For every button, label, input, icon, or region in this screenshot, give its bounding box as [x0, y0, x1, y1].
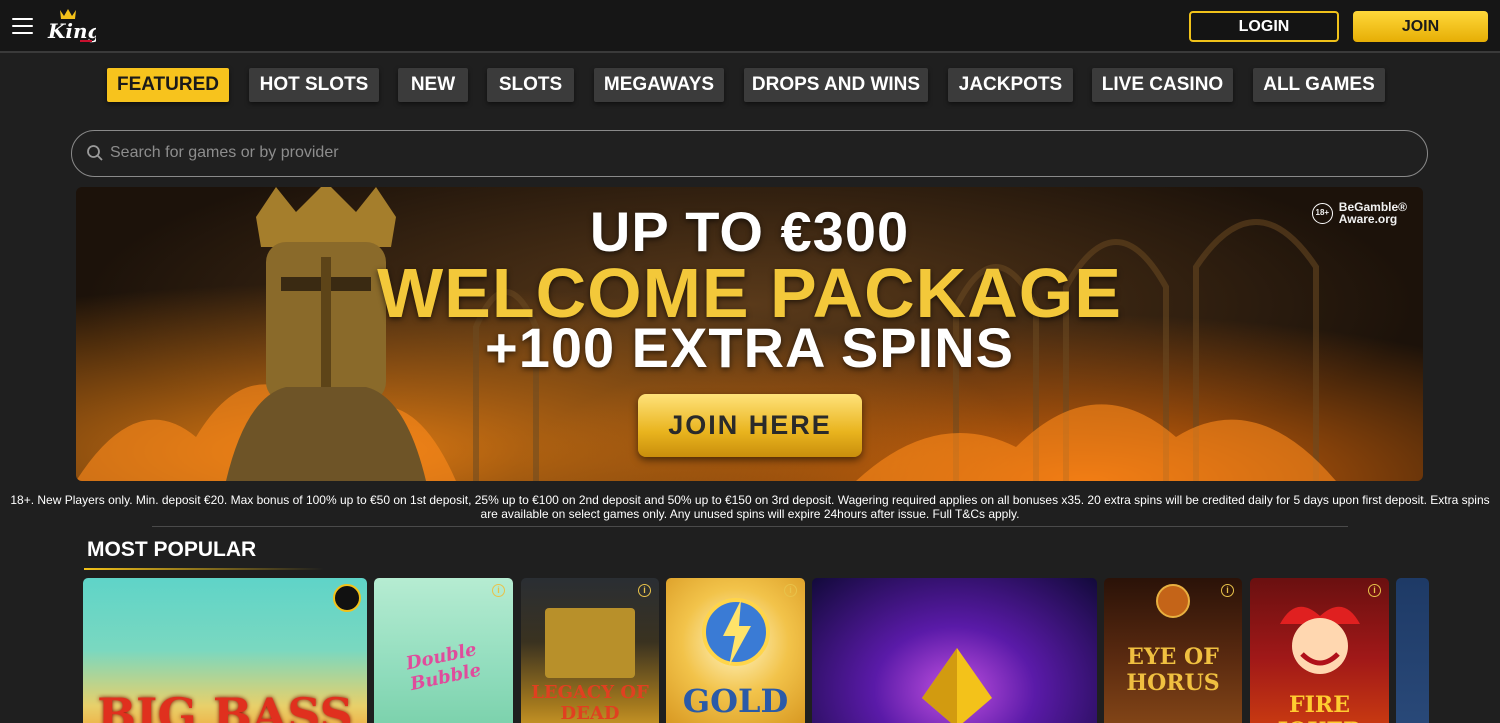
tab-hot-slots[interactable]: HOT SLOTS	[249, 68, 379, 102]
game-tile[interactable]	[812, 578, 1097, 723]
tab-drops-and-wins[interactable]: DROPS AND WINS	[744, 68, 928, 102]
tab-megaways[interactable]: MEGAWAYS	[594, 68, 724, 102]
lightning-icon	[702, 598, 770, 666]
info-icon[interactable]: i	[492, 584, 505, 597]
game-tile[interactable]: i EYE OF HORUS	[1104, 578, 1242, 723]
search-icon	[87, 145, 103, 161]
promo-banner[interactable]: 18+ BeGamble® Aware.org UP TO €300 WELCO…	[76, 187, 1423, 481]
tab-live-casino[interactable]: LIVE CASINO	[1092, 68, 1233, 102]
drops-wins-icon	[333, 584, 361, 612]
banner-headline-spins: +100 EXTRA SPINS	[484, 316, 1015, 379]
game-tile[interactable]: i Double Bubble	[374, 578, 513, 723]
top-bar: King LOGIN JOIN	[0, 0, 1500, 53]
crystal-icon	[922, 648, 992, 723]
game-tile-partial[interactable]	[1396, 578, 1429, 723]
join-button[interactable]: JOIN	[1353, 11, 1488, 42]
temple-illustration	[545, 608, 635, 678]
section-title: MOST POPULAR	[87, 538, 257, 561]
search-bar	[71, 130, 1428, 177]
game-carousel: BIG BASS i Double Bubble i LEGACY OF DEA…	[0, 578, 1500, 723]
tab-jackpots[interactable]: JACKPOTS	[948, 68, 1073, 102]
section-underline	[84, 568, 324, 570]
game-title: GOLD	[682, 682, 789, 720]
login-button[interactable]: LOGIN	[1189, 11, 1339, 42]
game-tile[interactable]: i GOLD	[666, 578, 805, 723]
category-tabs: FEATURED HOT SLOTS NEW SLOTS MEGAWAYS DR…	[0, 68, 1500, 104]
search-input[interactable]	[110, 139, 1390, 167]
info-icon[interactable]: i	[638, 584, 651, 597]
info-icon[interactable]: i	[784, 584, 797, 597]
tab-featured[interactable]: FEATURED	[107, 68, 229, 102]
game-title: BIG BASS	[97, 688, 353, 723]
king-logo[interactable]: King	[46, 7, 96, 47]
divider	[152, 526, 1348, 527]
game-title: EYE OF HORUS	[1126, 644, 1220, 696]
tab-new[interactable]: NEW	[398, 68, 468, 102]
tab-slots[interactable]: SLOTS	[487, 68, 574, 102]
game-tile[interactable]: BIG BASS	[83, 578, 367, 723]
game-title: Double Bubble	[404, 639, 483, 696]
joker-face-icon	[1280, 606, 1360, 674]
menu-icon[interactable]	[12, 18, 33, 34]
terms-text: 18+. New Players only. Min. deposit €20.…	[10, 493, 1490, 521]
sun-disc-icon	[1156, 584, 1190, 618]
svg-text:King: King	[47, 19, 96, 43]
game-tile[interactable]: i FIRE JOKER	[1250, 578, 1389, 723]
tab-all-games[interactable]: ALL GAMES	[1253, 68, 1385, 102]
info-icon[interactable]: i	[1368, 584, 1381, 597]
game-tile[interactable]: i LEGACY OF DEAD	[521, 578, 659, 723]
info-icon[interactable]: i	[1221, 584, 1234, 597]
game-title: LEGACY OF DEAD	[531, 682, 649, 723]
join-here-button[interactable]: JOIN HERE	[638, 394, 862, 457]
game-title: FIRE JOKER	[1278, 692, 1362, 723]
